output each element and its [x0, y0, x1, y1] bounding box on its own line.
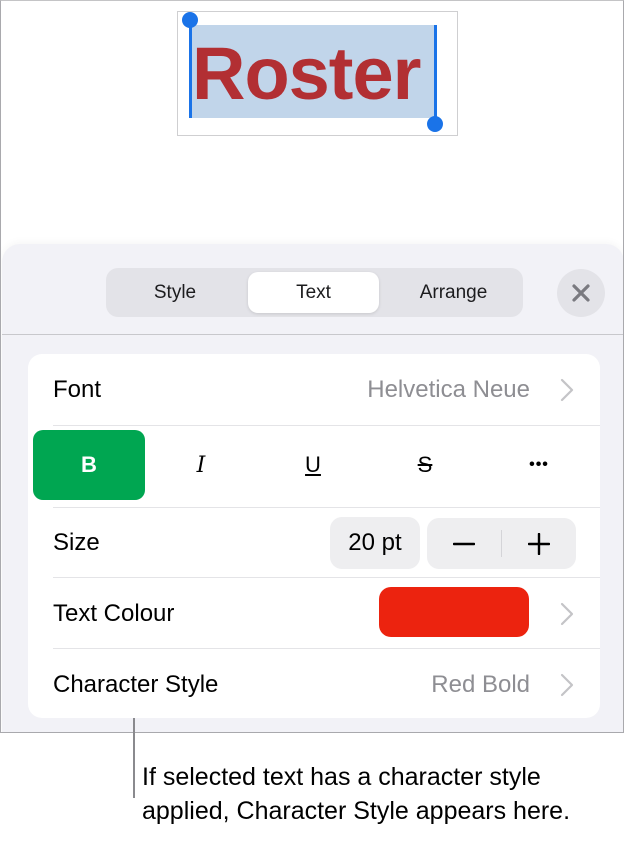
text-settings-card: Font Helvetica Neue B I U S ••• Size 20 …: [28, 354, 600, 718]
more-options-button[interactable]: •••: [483, 430, 595, 500]
bold-button[interactable]: B: [33, 430, 145, 500]
close-button[interactable]: [557, 269, 605, 317]
tab-arrange[interactable]: Arrange: [388, 272, 519, 313]
selection-end-caret: [434, 25, 437, 124]
italic-button[interactable]: I: [145, 430, 257, 500]
font-label: Font: [53, 376, 102, 403]
selected-text[interactable]: Roster: [192, 27, 421, 121]
selection-start-caret: [189, 19, 192, 118]
chevron-right-icon: [560, 673, 574, 697]
decrease-size-button[interactable]: [427, 518, 501, 569]
selection-start-handle[interactable]: [182, 12, 198, 28]
minus-icon: [453, 542, 475, 545]
font-value: Helvetica Neue: [367, 376, 530, 403]
increase-size-button[interactable]: [502, 518, 576, 569]
font-row[interactable]: Font Helvetica Neue: [28, 354, 600, 425]
character-style-row[interactable]: Character Style Red Bold: [28, 649, 600, 718]
selection-end-handle[interactable]: [427, 116, 443, 132]
format-panel: Style Text Arrange Font Helvetica Neue B…: [2, 244, 623, 732]
callout-leader-line: [133, 718, 135, 798]
character-style-value: Red Bold: [431, 671, 530, 698]
tab-segmented-control: Style Text Arrange: [106, 268, 523, 317]
size-label: Size: [53, 529, 100, 556]
chevron-right-icon: [560, 602, 574, 626]
text-colour-label: Text Colour: [53, 600, 175, 627]
chevron-right-icon: [560, 378, 574, 402]
screen-frame: Roster Style Text Arrange Font Helvetica…: [0, 0, 624, 733]
callout-text: If selected text has a character style a…: [142, 763, 571, 825]
underline-button[interactable]: U: [257, 430, 369, 500]
close-icon: [572, 284, 590, 302]
tab-style[interactable]: Style: [110, 272, 240, 313]
strikethrough-button[interactable]: S: [369, 430, 481, 500]
panel-divider: [2, 334, 623, 335]
font-size-stepper: [427, 518, 576, 569]
font-size-value[interactable]: 20 pt: [330, 517, 420, 569]
text-colour-swatch[interactable]: [379, 587, 529, 637]
plus-icon: [528, 532, 550, 555]
character-style-label: Character Style: [53, 671, 219, 698]
separator: [53, 507, 600, 508]
separator: [53, 425, 600, 426]
tab-text[interactable]: Text: [248, 272, 379, 313]
